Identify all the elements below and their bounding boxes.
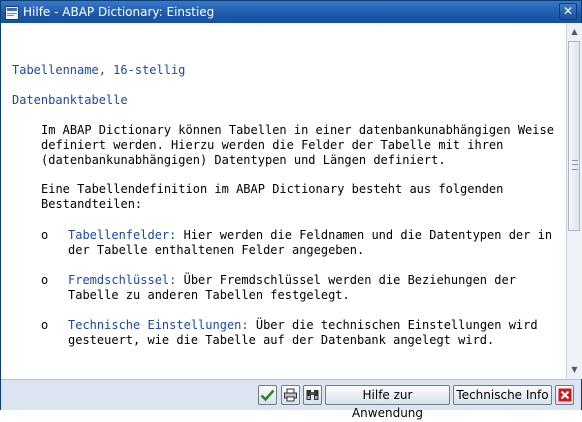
help-on-application-button[interactable]: Hilfe zur Anwendung xyxy=(325,385,450,420)
list-item: Fremdschlüssel: Über Fremdschlüssel werd… xyxy=(68,273,516,288)
term-description: Über Fremdschlüssel werden die Beziehung… xyxy=(176,273,516,287)
term-description: Tabelle zu anderen Tabellen festgelegt. xyxy=(68,288,350,302)
help-text-area: Tabellenname, 16-stellig Datenbanktabell… xyxy=(1,23,566,379)
scroll-down-icon[interactable]: ▼ xyxy=(568,363,581,377)
checkmark-icon xyxy=(260,389,275,402)
bullet-marker: o xyxy=(41,318,49,332)
list-item: Technische Einstellungen: Über die techn… xyxy=(68,318,538,333)
term-description: der Tabelle enthaltenen Felder angegeben… xyxy=(68,243,365,257)
cancel-x-icon xyxy=(558,388,571,402)
intro-line: Im ABAP Dictionary können Tabellen in ei… xyxy=(41,123,554,137)
window-icon xyxy=(5,5,19,20)
close-button[interactable]: ✕ xyxy=(559,3,577,20)
grip-icon xyxy=(572,160,578,170)
intro-line: definiert werden. Hierzu werden die Feld… xyxy=(41,138,504,152)
bullet-marker: o xyxy=(41,228,49,242)
object-type: Datenbanktabelle xyxy=(12,93,128,107)
term-link[interactable]: Tabellenfelder: xyxy=(68,228,176,242)
bullet-marker: o xyxy=(41,273,49,287)
parts-line: Bestandteilen: xyxy=(41,197,143,211)
cancel-button[interactable] xyxy=(555,385,574,405)
print-button[interactable] xyxy=(281,385,300,405)
binoculars-icon xyxy=(306,390,319,400)
close-icon: ✕ xyxy=(562,4,574,18)
term-description: Hier werden die Feldnamen und die Datent… xyxy=(176,228,553,242)
term-description: Über die technischen Einstellungen wird xyxy=(248,318,538,332)
field-label: Tabellenname, 16-stellig xyxy=(12,63,186,77)
help-dialog: Hilfe - ABAP Dictionary: Einstieg ✕ Tabe… xyxy=(0,0,582,420)
find-button[interactable] xyxy=(303,385,322,405)
scrollbar-thumb[interactable] xyxy=(568,41,580,231)
term-link[interactable]: Fremdschlüssel: xyxy=(68,273,176,287)
printer-icon xyxy=(284,388,297,402)
term-description: gesteuert, wie die Tabelle auf der Daten… xyxy=(68,333,495,347)
window-title: Hilfe - ABAP Dictionary: Einstieg xyxy=(23,5,215,19)
vertical-scrollbar[interactable]: ▲ ▼ xyxy=(566,23,582,379)
technical-info-button[interactable]: Technische Info xyxy=(453,385,552,405)
parts-line: Eine Tabellendefinition im ABAP Dictiona… xyxy=(41,182,504,196)
dialog-footer: Hilfe zur Anwendung Technische Info xyxy=(1,379,581,420)
confirm-button[interactable] xyxy=(258,385,277,405)
intro-line: (datenbankunabhängigen) Datentypen und L… xyxy=(41,153,446,167)
scroll-up-icon[interactable]: ▲ xyxy=(568,25,581,39)
title-bar[interactable]: Hilfe - ABAP Dictionary: Einstieg ✕ xyxy=(1,1,581,23)
list-item: Tabellenfelder: Hier werden die Feldname… xyxy=(68,228,552,243)
term-link[interactable]: Technische Einstellungen: xyxy=(68,318,249,332)
